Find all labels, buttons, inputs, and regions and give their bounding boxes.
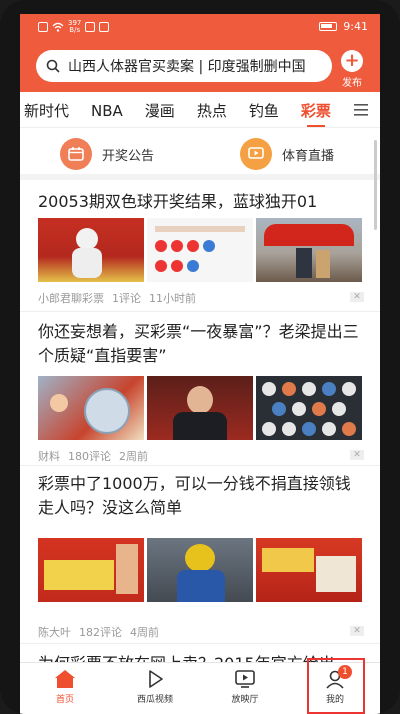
thumbnail-image <box>147 218 253 282</box>
article-meta: 陈大叶 182评论 4周前 <box>38 624 167 640</box>
tab-comics[interactable]: 漫画 <box>145 100 175 121</box>
status-bar: 397 B/s 9:41 <box>20 18 380 38</box>
nav-home[interactable]: 首页 <box>30 669 100 705</box>
notification-icon <box>85 22 96 32</box>
app-notification-icon <box>99 22 110 32</box>
nav-theater[interactable]: 放映厅 <box>210 669 280 705</box>
highlight-box <box>307 658 365 714</box>
article-time: 11小时前 <box>149 292 196 305</box>
nav-home-label: 首页 <box>55 695 74 705</box>
screen: 397 B/s 9:41 山西人体器官买卖案 | 印度强制删中国 + 发布 新时… <box>20 14 380 714</box>
article-thumbnails <box>38 376 362 440</box>
article-title: 你还妄想着，买彩票“一夜暴富”？老梁提出三个质疑“直指要害” <box>38 322 359 365</box>
tab-fishing[interactable]: 钓鱼 <box>249 100 279 121</box>
quick-links: 开奖公告 体育直播 <box>20 132 380 180</box>
nav-xigua-video[interactable]: 西瓜视频 <box>120 669 190 705</box>
article-time: 4周前 <box>130 626 159 639</box>
nav-theater-label: 放映厅 <box>231 695 259 705</box>
list-item[interactable]: 20053期双色球开奖结果，蓝球独开01 小郎君聊彩票 1评论 11小时前 ✕ <box>20 186 380 312</box>
home-icon <box>55 670 75 688</box>
lottery-announcement-link[interactable]: 开奖公告 <box>60 138 154 170</box>
article-time: 2周前 <box>119 450 148 463</box>
phone-frame: 397 B/s 9:41 山西人体器官买卖案 | 印度强制删中国 + 发布 新时… <box>0 0 400 714</box>
sim-icon <box>38 22 48 32</box>
thumbnail-image <box>147 376 253 440</box>
thumbnail-image <box>147 538 253 602</box>
article-meta: 小郎君聊彩票 1评论 11小时前 <box>38 290 204 306</box>
thumbnail-image <box>38 376 144 440</box>
thumbnail-image <box>38 218 144 282</box>
article-source: 财料 <box>38 450 60 463</box>
article-thumbnails <box>38 538 362 602</box>
article-source: 陈大叶 <box>38 626 71 639</box>
screen-icon <box>235 670 255 688</box>
scrollbar[interactable] <box>374 140 377 230</box>
tab-nba[interactable]: NBA <box>91 102 123 120</box>
list-item[interactable]: 你还妄想着，买彩票“一夜暴富”？老梁提出三个质疑“直指要害” 财料 180评论 … <box>20 312 380 466</box>
sports-live-label: 体育直播 <box>282 148 335 164</box>
publish-button[interactable]: + 发布 <box>334 50 370 89</box>
article-meta: 财料 180评论 2周前 <box>38 448 156 464</box>
plus-icon: + <box>341 50 363 72</box>
dismiss-button[interactable]: ✕ <box>350 292 364 302</box>
clock: 9:41 <box>343 20 368 33</box>
article-source: 小郎君聊彩票 <box>38 292 104 305</box>
calendar-icon <box>60 138 92 170</box>
network-speed: 397 B/s <box>68 19 82 34</box>
header: 397 B/s 9:41 山西人体器官买卖案 | 印度强制删中国 + 发布 <box>20 14 380 92</box>
sports-live-link[interactable]: 体育直播 <box>240 138 334 170</box>
battery-icon <box>319 22 338 31</box>
article-thumbnails <box>38 218 362 282</box>
thumbnail-image <box>256 538 362 602</box>
tab-lottery[interactable]: 彩票 <box>301 100 331 127</box>
dismiss-button[interactable]: ✕ <box>350 626 364 636</box>
article-comments: 1评论 <box>112 292 141 305</box>
search-icon <box>46 59 60 73</box>
tv-play-icon <box>240 138 272 170</box>
wifi-icon <box>52 22 64 32</box>
article-title: 20053期双色球开奖结果，蓝球独开01 <box>38 192 318 211</box>
list-item[interactable]: 彩票中了1000万，可以一分钱不捐直接领钱走人吗？没这么简单 陈大叶 182评论 4… <box>20 466 380 644</box>
tab-xinshidai[interactable]: 新时代 <box>24 100 69 121</box>
menu-icon[interactable] <box>354 104 368 116</box>
play-icon <box>149 670 163 688</box>
article-comments: 180评论 <box>68 450 111 463</box>
publish-label: 发布 <box>342 78 362 89</box>
nav-xigua-video-label: 西瓜视频 <box>136 695 173 705</box>
article-title: 彩票中了1000万，可以一分钱不捐直接领钱走人吗？没这么简单 <box>38 474 351 517</box>
thumbnail-image <box>38 538 144 602</box>
channel-tabs: 新时代 NBA 漫画 热点 钓鱼 彩票 <box>20 94 380 128</box>
tab-hot[interactable]: 热点 <box>197 100 227 121</box>
search-bar[interactable]: 山西人体器官买卖案 | 印度强制删中国 <box>36 50 332 82</box>
thumbnail-image <box>256 218 362 282</box>
lottery-announcement-label: 开奖公告 <box>102 148 155 164</box>
thumbnail-image <box>256 376 362 440</box>
article-comments: 182评论 <box>79 626 122 639</box>
dismiss-button[interactable]: ✕ <box>350 450 364 460</box>
search-suggestion: 山西人体器官买卖案 | 印度强制删中国 <box>68 59 306 75</box>
